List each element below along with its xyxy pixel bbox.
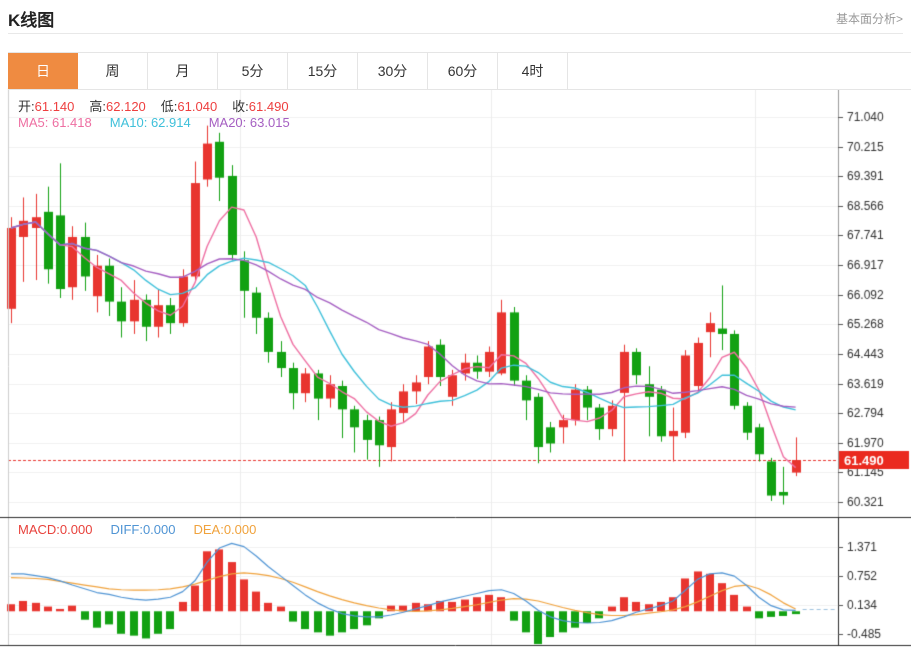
tab-60min[interactable]: 60分 [428, 53, 498, 89]
tab-month[interactable]: 月 [148, 53, 218, 89]
diff-readout: DIFF:0.000 [110, 522, 176, 537]
tab-30min[interactable]: 30分 [358, 53, 428, 89]
interval-tabbar: 日 周 月 5分 15分 30分 60分 4时 [8, 52, 911, 90]
tab-day[interactable]: 日 [8, 53, 78, 89]
tab-5min[interactable]: 5分 [218, 53, 288, 89]
quote-high: 高:62.120 [89, 99, 146, 114]
ma10-readout: MA10: 62.914 [109, 115, 191, 130]
macd-readout: MACD:0.000 [18, 522, 93, 537]
tab-15min[interactable]: 15分 [288, 53, 358, 89]
header-divider [8, 33, 903, 34]
kline-page: K线图 基本面分析> 日 周 月 5分 15分 30分 60分 4时 开:61.… [0, 0, 911, 653]
fundamental-analysis-link[interactable]: 基本面分析> [836, 10, 903, 27]
tab-4hour[interactable]: 4时 [498, 53, 568, 89]
ohlc-readout-row: 开:61.140 高:62.120 低:61.040 收:61.490 [18, 96, 289, 115]
quote-open: 开:61.140 [18, 99, 75, 114]
tab-week[interactable]: 周 [78, 53, 148, 89]
page-title: K线图 [8, 11, 55, 30]
ma20-readout: MA20: 63.015 [208, 115, 290, 130]
macd-readout-row: MACD:0.000 DIFF:0.000 DEA:0.000 [18, 522, 256, 537]
ma5-readout: MA5: 61.418 [18, 115, 92, 130]
dea-readout: DEA:0.000 [193, 522, 257, 537]
quote-close: 收:61.490 [232, 99, 289, 114]
tabbar-filler [568, 53, 911, 89]
ma-readout-row: MA5: 61.418 MA10: 62.914 MA20: 63.015 [18, 115, 290, 130]
quote-low: 低:61.040 [160, 99, 218, 114]
